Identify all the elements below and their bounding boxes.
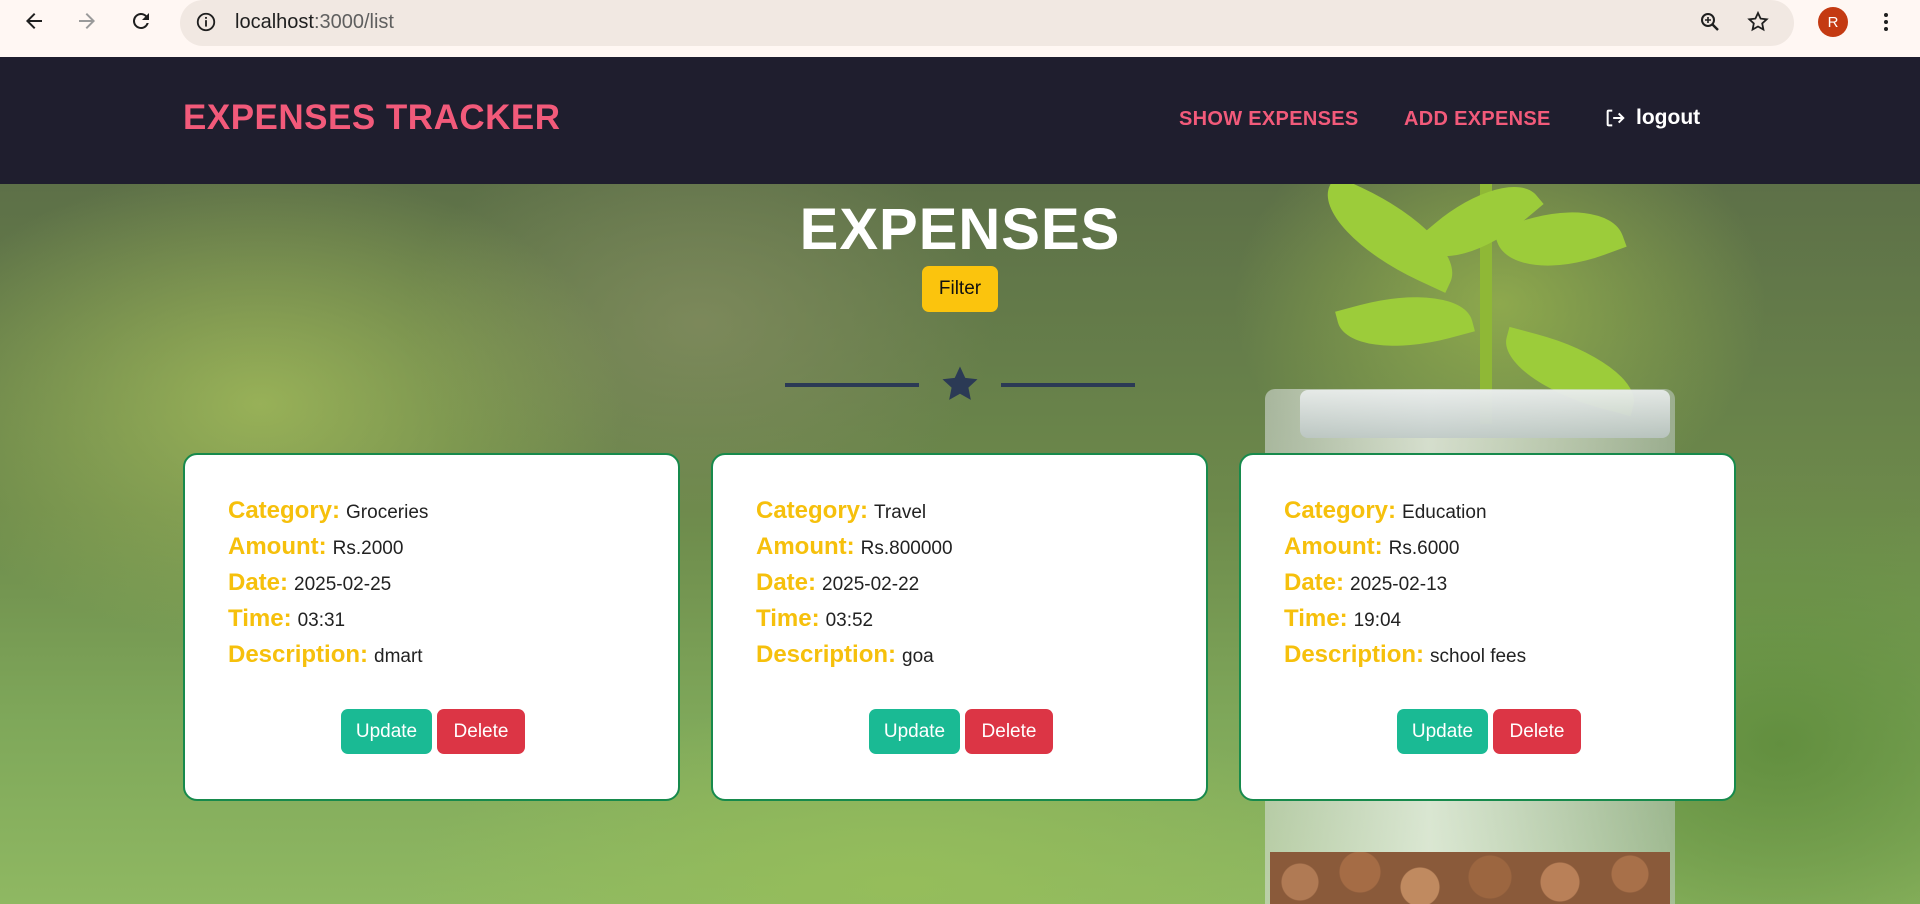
info-icon[interactable] (195, 11, 217, 33)
page-title: EXPENSES (799, 197, 1121, 262)
update-button[interactable]: Update (341, 709, 432, 754)
time-field: Time: 19:04 (1284, 605, 1401, 633)
time-field: Time: 03:31 (228, 605, 345, 633)
nav-add-expense[interactable]: ADD EXPENSE (1404, 108, 1551, 131)
logout-icon (1606, 109, 1625, 127)
category-field: Category: Travel (756, 497, 926, 525)
update-button[interactable]: Update (1397, 709, 1488, 754)
amount-field: Amount: Rs.800000 (756, 533, 953, 561)
time-label: Time: (756, 605, 820, 632)
date-label: Date: (1284, 569, 1345, 596)
time-value: 03:52 (825, 610, 874, 631)
category-label: Category: (1284, 497, 1397, 524)
expense-card: Category: Travel Amount: Rs.800000 Date: 20… (711, 453, 1208, 801)
description-field: Description: school fees (1284, 641, 1526, 669)
amount-value: Rs.6000 (1388, 538, 1460, 559)
delete-button[interactable]: Delete (965, 709, 1053, 754)
logout-link[interactable]: logout (1604, 106, 1700, 130)
forward-button[interactable] (67, 1, 107, 41)
date-label: Date: (228, 569, 289, 596)
date-value: 2025-02-13 (1350, 574, 1448, 595)
reload-button[interactable] (121, 1, 161, 41)
amount-value: Rs.2000 (332, 538, 404, 559)
category-field: Category: Education (1284, 497, 1487, 525)
amount-value: Rs.800000 (860, 538, 953, 559)
profile-avatar[interactable]: R (1818, 7, 1848, 37)
category-value: Groceries (346, 502, 429, 523)
description-field: Description: goa (756, 641, 934, 669)
arrow-left-icon (26, 13, 42, 29)
url-text[interactable]: localhost:3000/list (235, 11, 394, 34)
delete-button[interactable]: Delete (437, 709, 525, 754)
amount-field: Amount: Rs.6000 (1284, 533, 1459, 561)
description-label: Description: (756, 641, 897, 668)
site-header: EXPENSES TRACKER SHOW EXPENSES ADD EXPEN… (0, 57, 1920, 184)
more-menu-icon[interactable] (1874, 10, 1898, 34)
time-label: Time: (228, 605, 292, 632)
brand-logo[interactable]: EXPENSES TRACKER (183, 98, 561, 138)
divider-line-left (785, 383, 919, 387)
page: EXPENSES TRACKER SHOW EXPENSES ADD EXPEN… (0, 57, 1920, 904)
amount-label: Amount: (756, 533, 855, 560)
date-label: Date: (756, 569, 817, 596)
reload-icon (132, 12, 149, 29)
arrow-right-icon (79, 13, 95, 29)
zoom-icon[interactable] (1698, 10, 1722, 34)
description-label: Description: (1284, 641, 1425, 668)
nav-show-expenses[interactable]: SHOW EXPENSES (1179, 108, 1359, 131)
star-icon (942, 366, 978, 400)
url-host: localhost (235, 11, 314, 33)
date-field: Date: 2025-02-13 (1284, 569, 1447, 597)
category-label: Category: (756, 497, 869, 524)
update-button[interactable]: Update (869, 709, 960, 754)
description-value: school fees (1430, 646, 1527, 667)
bookmark-star-icon[interactable] (1746, 10, 1770, 34)
amount-label: Amount: (1284, 533, 1383, 560)
description-value: dmart (374, 646, 423, 667)
date-value: 2025-02-25 (294, 574, 392, 595)
back-button[interactable] (14, 1, 54, 41)
category-value: Travel (874, 502, 927, 523)
logout-label: logout (1636, 106, 1701, 129)
date-value: 2025-02-22 (822, 574, 920, 595)
time-value: 03:31 (297, 610, 346, 631)
address-bar[interactable]: localhost:3000/list (180, 0, 1794, 46)
category-label: Category: (228, 497, 341, 524)
time-field: Time: 03:52 (756, 605, 873, 633)
delete-button[interactable]: Delete (1493, 709, 1581, 754)
description-value: goa (902, 646, 934, 667)
filter-button[interactable]: Filter (922, 266, 998, 312)
description-label: Description: (228, 641, 369, 668)
amount-field: Amount: Rs.2000 (228, 533, 403, 561)
coins (1270, 852, 1670, 904)
time-label: Time: (1284, 605, 1348, 632)
category-field: Category: Groceries (228, 497, 428, 525)
plant-leaf (1335, 278, 1475, 365)
category-value: Education (1402, 502, 1487, 523)
expense-card: Category: Education Amount: Rs.6000 Date: 2… (1239, 453, 1736, 801)
time-value: 19:04 (1353, 610, 1402, 631)
date-field: Date: 2025-02-22 (756, 569, 919, 597)
browser-toolbar: localhost:3000/list R (0, 0, 1920, 57)
date-field: Date: 2025-02-25 (228, 569, 391, 597)
url-path: :3000/list (313, 11, 394, 33)
expense-card: Category: Groceries Amount: Rs.2000 Date: 2… (183, 453, 680, 801)
jar-rim (1300, 390, 1670, 438)
description-field: Description: dmart (228, 641, 423, 669)
divider-line-right (1001, 383, 1135, 387)
amount-label: Amount: (228, 533, 327, 560)
